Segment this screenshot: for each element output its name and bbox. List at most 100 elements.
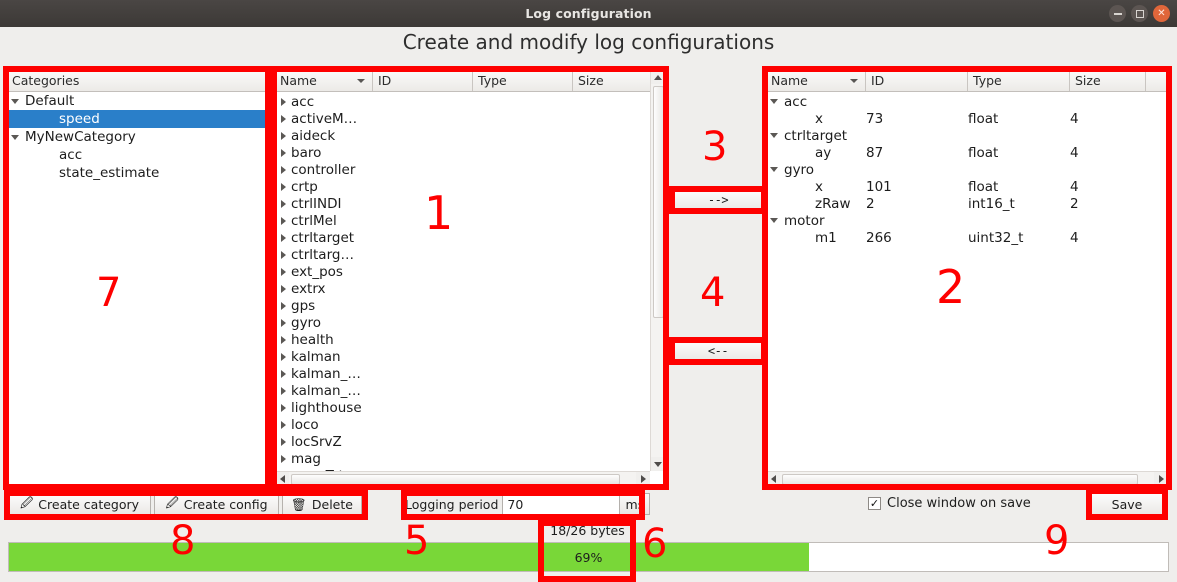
categories-panel[interactable]: Categories DefaultspeedMyNewCategoryaccs… <box>6 69 268 487</box>
chevron-right-icon[interactable] <box>275 98 291 106</box>
categories-column-header[interactable]: Categories <box>7 70 267 91</box>
available-variables-list[interactable]: accactiveM…aideckbarocontrollercrtpctrlI… <box>275 93 650 471</box>
available-variable-row[interactable]: baro <box>275 144 650 161</box>
available-variable-row[interactable]: health <box>275 331 650 348</box>
selected-column-header-size[interactable]: Size <box>1070 70 1146 91</box>
chevron-right-icon[interactable] <box>275 319 291 327</box>
available-horizontal-scrollbar[interactable] <box>275 471 650 486</box>
create-category-button[interactable]: 🖉 Create category <box>8 493 151 516</box>
selected-variable-row[interactable]: m1266uint32_t4 <box>766 229 1168 246</box>
selected-variables-panel[interactable]: Name ID Type Size accx73float4ctrltarget… <box>765 69 1169 487</box>
chevron-right-icon[interactable] <box>275 285 291 293</box>
available-variable-row[interactable]: kalman_… <box>275 365 650 382</box>
available-variable-row[interactable]: lighthouse <box>275 399 650 416</box>
chevron-right-icon[interactable] <box>275 421 291 429</box>
chevron-right-icon[interactable] <box>275 404 291 412</box>
available-variable-row[interactable]: gyro <box>275 314 650 331</box>
available-column-header-size[interactable]: Size <box>573 70 652 91</box>
category-tree-item[interactable]: speed <box>7 110 267 128</box>
chevron-right-icon[interactable] <box>275 387 291 395</box>
available-variable-row[interactable]: kalman <box>275 348 650 365</box>
add-variable-button[interactable]: --> <box>672 189 764 211</box>
save-button[interactable]: Save <box>1091 492 1163 516</box>
available-variable-row[interactable]: activeM… <box>275 110 650 127</box>
categories-tree[interactable]: DefaultspeedMyNewCategoryaccstate_estima… <box>7 92 267 182</box>
available-vertical-scroll-thumb[interactable] <box>653 86 664 318</box>
available-variable-row[interactable]: gps <box>275 297 650 314</box>
selected-column-header-type[interactable]: Type <box>968 70 1070 91</box>
available-column-header-id[interactable]: ID <box>373 70 473 91</box>
available-column-header-type[interactable]: Type <box>473 70 573 91</box>
scroll-up-icon[interactable] <box>651 70 665 84</box>
available-variable-row[interactable]: ctrlMel <box>275 212 650 229</box>
available-variable-row[interactable]: kalman_… <box>275 382 650 399</box>
available-variable-row[interactable]: acc <box>275 93 650 110</box>
chevron-right-icon[interactable] <box>275 200 291 208</box>
minimize-icon[interactable] <box>1109 5 1126 22</box>
selected-column-header-id[interactable]: ID <box>866 70 968 91</box>
chevron-right-icon[interactable] <box>275 166 291 174</box>
remove-variable-button[interactable]: <-- <box>672 340 764 362</box>
category-tree-item[interactable]: state_estimate <box>7 164 267 182</box>
chevron-right-icon[interactable] <box>275 268 291 276</box>
close-on-save-group[interactable]: ✓ Close window on save <box>868 496 1031 511</box>
selected-variable-row[interactable]: gyro <box>766 161 1168 178</box>
chevron-down-icon[interactable] <box>7 135 23 140</box>
selected-variable-row[interactable]: ctrltarget <box>766 127 1168 144</box>
scroll-right-icon[interactable] <box>636 472 650 486</box>
available-horizontal-scroll-thumb[interactable] <box>291 474 620 485</box>
selected-column-header-name[interactable]: Name <box>766 70 866 91</box>
scroll-left-icon[interactable] <box>275 472 289 486</box>
available-variables-panel[interactable]: Name ID Type Size accactiveM…aideckbaroc… <box>274 69 666 487</box>
delete-button[interactable]: 🗑 Delete <box>282 493 362 516</box>
chevron-right-icon[interactable] <box>275 217 291 225</box>
logging-period-input[interactable]: 70 <box>502 493 620 515</box>
chevron-right-icon[interactable] <box>275 234 291 242</box>
available-variable-row[interactable]: ctrltarg… <box>275 246 650 263</box>
chevron-down-icon[interactable] <box>766 99 782 104</box>
maximize-icon[interactable] <box>1131 5 1148 22</box>
chevron-right-icon[interactable] <box>275 115 291 123</box>
close-on-save-checkbox[interactable]: ✓ <box>868 497 881 510</box>
available-variable-row[interactable]: ctrlINDI <box>275 195 650 212</box>
close-icon[interactable]: ✕ <box>1153 5 1170 22</box>
available-vertical-scrollbar[interactable] <box>650 70 665 471</box>
chevron-right-icon[interactable] <box>275 183 291 191</box>
chevron-right-icon[interactable] <box>275 336 291 344</box>
selected-horizontal-scroll-thumb[interactable] <box>782 474 1138 485</box>
selected-variable-row[interactable]: ay87float4 <box>766 144 1168 161</box>
chevron-right-icon[interactable] <box>275 251 291 259</box>
chevron-right-icon[interactable] <box>275 132 291 140</box>
available-variable-row[interactable]: ctrltarget <box>275 229 650 246</box>
chevron-right-icon[interactable] <box>275 438 291 446</box>
available-variable-row[interactable]: mag <box>275 450 650 467</box>
chevron-right-icon[interactable] <box>275 149 291 157</box>
category-tree-item[interactable]: acc <box>7 146 267 164</box>
chevron-right-icon[interactable] <box>275 353 291 361</box>
scroll-down-icon[interactable] <box>651 457 665 471</box>
category-tree-item[interactable]: Default <box>7 92 267 110</box>
scroll-right-icon[interactable] <box>1154 472 1168 486</box>
selected-variable-row[interactable]: motor <box>766 212 1168 229</box>
available-variable-row[interactable]: locSrvZ <box>275 433 650 450</box>
create-config-button[interactable]: 🖉 Create config <box>154 493 279 516</box>
scroll-left-icon[interactable] <box>766 472 780 486</box>
chevron-right-icon[interactable] <box>275 370 291 378</box>
selected-variable-row[interactable]: acc <box>766 93 1168 110</box>
available-column-header-name[interactable]: Name <box>275 70 373 91</box>
category-tree-item[interactable]: MyNewCategory <box>7 128 267 146</box>
available-variable-row[interactable]: ext_pos <box>275 263 650 280</box>
selected-variable-row[interactable]: x101float4 <box>766 178 1168 195</box>
available-variable-row[interactable]: crtp <box>275 178 650 195</box>
chevron-down-icon[interactable] <box>7 99 23 104</box>
selected-variable-row[interactable]: x73float4 <box>766 110 1168 127</box>
available-variable-row[interactable]: loco <box>275 416 650 433</box>
chevron-down-icon[interactable] <box>766 218 782 223</box>
chevron-right-icon[interactable] <box>275 455 291 463</box>
available-variable-row[interactable]: controller <box>275 161 650 178</box>
selected-variable-row[interactable]: zRaw2int16_t2 <box>766 195 1168 212</box>
available-variable-row[interactable]: extrx <box>275 280 650 297</box>
selected-variables-list[interactable]: accx73float4ctrltargetay87float4gyrox101… <box>766 93 1168 471</box>
selected-horizontal-scrollbar[interactable] <box>766 471 1168 486</box>
available-variable-row[interactable]: aideck <box>275 127 650 144</box>
